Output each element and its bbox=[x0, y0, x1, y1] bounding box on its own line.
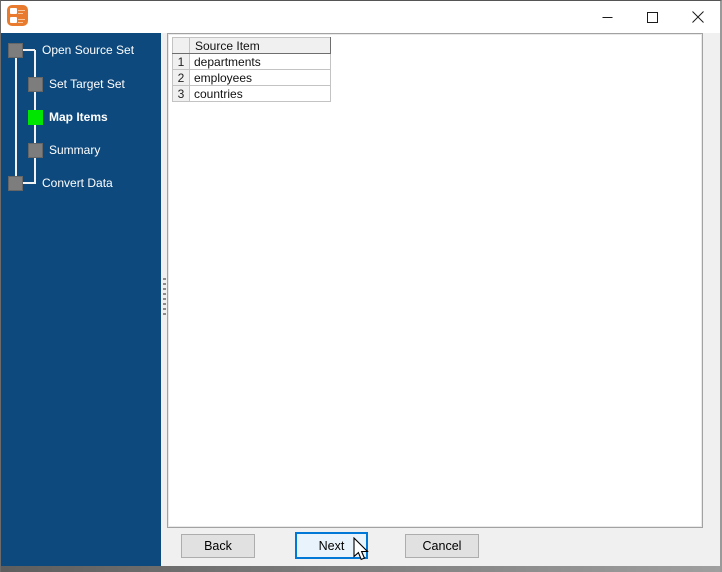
step-status-box bbox=[8, 42, 23, 58]
maximize-button[interactable] bbox=[630, 1, 675, 33]
app-window: Open Source Set Set Target Set Map Items… bbox=[0, 0, 722, 572]
step-label: Set Target Set bbox=[49, 77, 125, 91]
source-item-cell[interactable]: departments bbox=[189, 53, 331, 70]
row-number: 2 bbox=[172, 69, 190, 86]
splitter-handle[interactable] bbox=[163, 278, 166, 318]
step-label: Summary bbox=[49, 143, 101, 157]
step-status-box-active bbox=[28, 109, 43, 125]
row-number: 3 bbox=[172, 85, 190, 102]
step-status-box bbox=[28, 76, 43, 92]
minimize-button[interactable] bbox=[585, 1, 630, 33]
titlebar bbox=[1, 1, 720, 33]
step-convert-data: Convert Data bbox=[8, 175, 113, 191]
table-row: 2 employees bbox=[172, 69, 331, 86]
source-item-cell[interactable]: countries bbox=[189, 85, 331, 102]
table-row: 1 departments bbox=[172, 53, 331, 70]
source-items-table: Source Item 1 departments 2 employees 3 … bbox=[172, 37, 331, 102]
close-button[interactable] bbox=[675, 1, 720, 33]
table-row: 3 countries bbox=[172, 85, 331, 102]
main-region: Source Item 1 departments 2 employees 3 … bbox=[161, 33, 720, 567]
table-header-row: Source Item bbox=[172, 37, 331, 54]
source-item-cell[interactable]: employees bbox=[189, 69, 331, 86]
app-icon bbox=[7, 5, 28, 26]
step-set-target-set: Set Target Set bbox=[28, 76, 125, 92]
maximize-icon bbox=[647, 11, 658, 23]
step-open-source-set: Open Source Set bbox=[8, 42, 134, 58]
table-corner-cell bbox=[172, 37, 190, 54]
content-panel: Source Item 1 departments 2 employees 3 … bbox=[167, 33, 703, 528]
step-label: Convert Data bbox=[42, 176, 113, 190]
step-map-items-active: Map Items bbox=[28, 109, 108, 125]
wizard-steps-sidebar: Open Source Set Set Target Set Map Items… bbox=[1, 33, 161, 567]
step-label: Map Items bbox=[49, 110, 108, 124]
column-header-source-item: Source Item bbox=[189, 37, 331, 54]
step-status-box bbox=[28, 142, 43, 158]
back-button[interactable]: Back bbox=[181, 534, 255, 558]
step-summary: Summary bbox=[28, 142, 100, 158]
step-connector-line bbox=[15, 58, 17, 177]
close-icon bbox=[691, 11, 704, 23]
step-status-box bbox=[8, 175, 23, 191]
window-bottom-edge bbox=[1, 566, 720, 572]
minimize-icon bbox=[602, 16, 613, 18]
row-number: 1 bbox=[172, 53, 190, 70]
mouse-cursor-icon bbox=[353, 537, 369, 561]
step-label: Open Source Set bbox=[42, 43, 135, 57]
cancel-button[interactable]: Cancel bbox=[405, 534, 479, 558]
